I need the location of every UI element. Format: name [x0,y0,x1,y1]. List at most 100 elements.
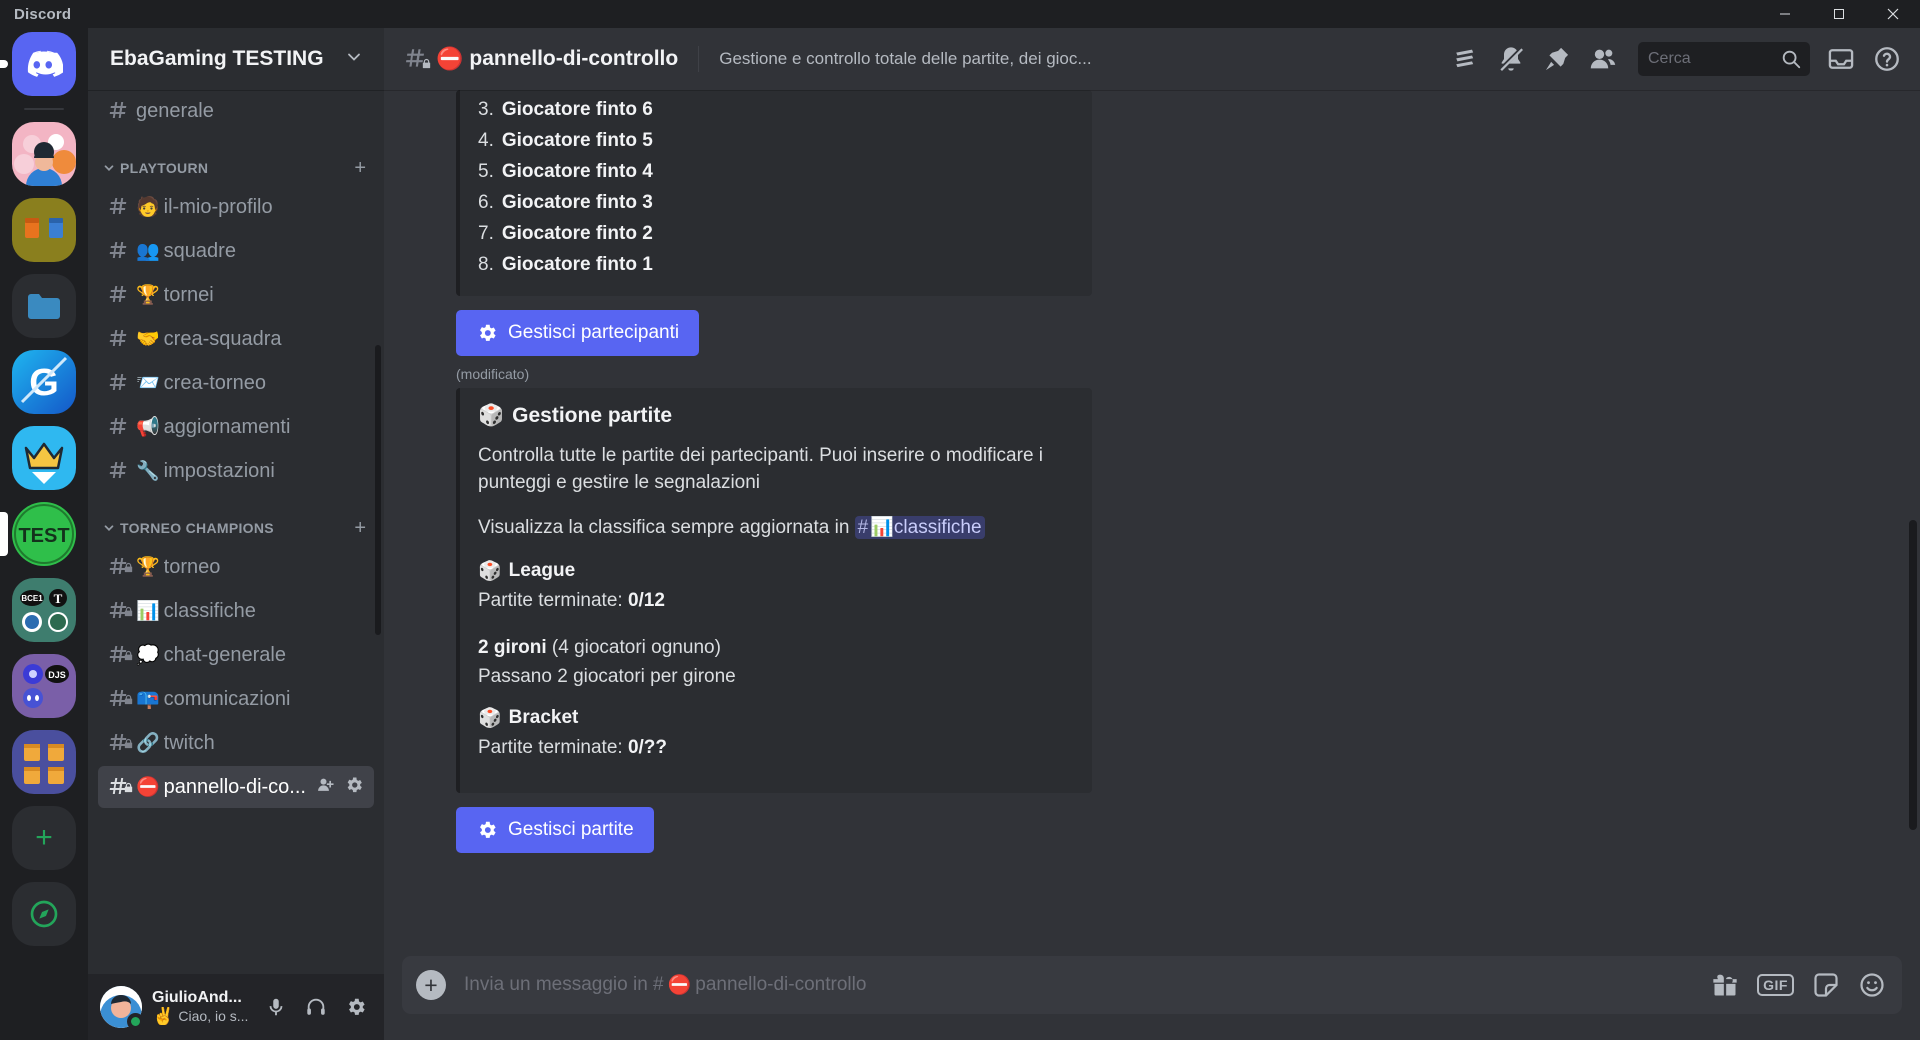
explore-servers-button[interactable] [12,882,76,946]
sidebar-scrollbar[interactable] [375,345,381,635]
message-list[interactable]: 3. Giocatore finto 6 4. Giocatore finto 5 5.… [384,90,1920,950]
channel-label: tornei [163,283,214,306]
threads-button[interactable] [1444,38,1486,80]
dice-icon: 🎲 [478,708,502,729]
window-maximize-button[interactable] [1812,0,1866,28]
server-rail-item-olive[interactable] [12,198,76,262]
lock-badge-icon [123,554,134,573]
channel-emoji-icon: 🔧 [136,460,160,482]
match-section-detail: 2 gironi (4 giocatori ognuno) [478,634,1076,661]
sidebar-channel-crea-torneo[interactable]: 📨 crea-torneo [98,362,374,404]
server-rail-item-djs[interactable]: DJS [12,654,76,718]
channel-topic-label[interactable]: Gestione e controllo totale delle partit… [719,49,1434,69]
search-box[interactable] [1638,42,1810,76]
message-composer[interactable]: + Invia un messaggio in # ⛔ pannello-di-co… [402,956,1902,1014]
search-input[interactable] [1648,50,1780,68]
server-rail-item-g[interactable]: G [12,350,76,414]
participant-item: 7. Giocatore finto 2 [478,218,1076,249]
avatar[interactable] [100,986,144,1030]
sidebar-channel-tornei[interactable]: 🏆 tornei [98,274,374,316]
sidebar-channel-generale[interactable]: generale [98,90,374,132]
lock-badge-icon [123,598,134,617]
user-name-label: GiulioAnd... [152,989,242,1006]
manage-matches-row: Gestisci partite [456,807,1902,853]
participant-index: 5. [478,161,494,182]
sidebar-channel-aggiornamenti[interactable]: 📢 aggiornamenti [98,406,374,448]
user-panel: GiulioAnd... ✌️ Ciao, io s... [88,974,384,1040]
sidebar-channel-il-mio-profilo[interactable]: 🧑 il-mio-profilo [98,186,374,228]
hash-lock-icon [106,687,136,711]
compass-icon [12,882,76,946]
server-rail-item-crown[interactable] [12,426,76,490]
inbox-button[interactable] [1820,38,1862,80]
user-meta[interactable]: GiulioAnd... ✌️ Ciao, io s... [152,989,258,1025]
manage-participants-button[interactable]: Gestisci partecipanti [456,310,700,356]
channel-list[interactable]: generale PLAYTOURN + 🧑 il-mio-profilo 👥 squadr… [88,90,384,974]
app-shell: G TEST BCE1 T DJS + EbaGaming TESTING ge… [0,28,1920,1040]
server-rail-item-bce1[interactable]: BCE1 T [12,578,76,642]
edit-channel-gear-icon[interactable] [344,775,364,800]
channel-category-torneo-champions[interactable]: TORNEO CHAMPIONS + [98,510,374,546]
match-section-label: Bracket [508,707,579,728]
gift-button[interactable] [1711,971,1739,999]
message-scrollbar[interactable] [1909,520,1917,830]
channel-category-playtourn[interactable]: PLAYTOURN + [98,150,374,186]
server-rail-item-friends[interactable] [12,122,76,186]
participant-name: Giocatore finto 4 [501,161,653,182]
match-section-label: League [508,560,576,581]
user-panel-buttons [258,989,374,1025]
sidebar-channel-impostazioni[interactable]: 🔧 impostazioni [98,450,374,492]
hash-icon [106,459,136,483]
deafen-button[interactable] [298,989,334,1025]
composer-placeholder[interactable]: Invia un messaggio in # ⛔ pannello-di-cont… [464,973,1711,997]
server-rail: G TEST BCE1 T DJS + [0,28,88,1040]
server-rail-item-home[interactable] [0,32,76,96]
notification-settings-button[interactable] [1490,38,1532,80]
server-rail-item-gift[interactable] [12,730,76,794]
mute-microphone-button[interactable] [258,989,294,1025]
pinned-messages-button[interactable] [1536,38,1578,80]
user-settings-button[interactable] [338,989,374,1025]
composer-placeholder-prefix: Invia un messaggio in # [464,974,664,995]
server-avatar-bce1: BCE1 T [12,578,76,642]
server-rail-item-folder[interactable] [12,274,76,338]
matches-embed-title: 🎲 Gestione partite [478,388,1076,428]
create-invite-icon[interactable] [316,775,336,800]
sidebar-channel-classifiche[interactable]: 📊 classifiche [98,590,374,632]
guild-header[interactable]: EbaGaming TESTING [88,28,384,90]
channel-emoji-icon: ⛔ [136,776,160,798]
add-server-button[interactable]: + [12,806,76,870]
lock-badge-icon [123,730,134,749]
matches-embed-title-label: Gestione partite [512,404,673,427]
member-list-button[interactable] [1582,38,1624,80]
participant-item: 5. Giocatore finto 4 [478,156,1076,187]
channel-label: classifiche [163,599,256,622]
create-channel-button[interactable]: + [354,518,366,538]
help-button[interactable] [1866,38,1908,80]
participant-item: 3. Giocatore finto 6 [478,94,1076,125]
window-close-button[interactable] [1866,0,1920,28]
attach-file-button[interactable]: + [416,970,446,1000]
channel-mention-classifiche[interactable]: # 📊classifiche [854,516,985,539]
create-channel-button[interactable]: + [354,158,366,178]
sidebar-channel-pannello-di-co[interactable]: ⛔ pannello-di-co... [98,766,374,808]
channel-row-actions [316,775,364,800]
channel-label: crea-torneo [163,371,266,394]
sidebar-channel-squadre[interactable]: 👥 squadre [98,230,374,272]
participants-embed: 3. Giocatore finto 6 4. Giocatore finto 5 5.… [456,90,1092,296]
matches-embed: 🎲 Gestione partite Controlla tutte le pa… [456,388,1092,793]
emoji-button[interactable] [1858,971,1886,999]
manage-matches-button[interactable]: Gestisci partite [456,807,654,853]
sidebar-channel-crea-squadra[interactable]: 🤝 crea-squadra [98,318,374,360]
classifiche-hint-prefix: Visualizza la classifica sempre aggiorna… [478,517,850,538]
line-text: Partite terminate: [478,590,628,611]
sidebar-channel-comunicazioni[interactable]: 📪 comunicazioni [98,678,374,720]
sidebar-channel-twitch[interactable]: 🔗 twitch [98,722,374,764]
server-rail-item-test[interactable]: TEST [0,502,76,566]
sidebar-channel-torneo[interactable]: 🏆 torneo [98,546,374,588]
channel-name-label: pannello-di-controllo [469,47,679,70]
window-minimize-button[interactable] [1758,0,1812,28]
sidebar-channel-chat-generale[interactable]: 💭 chat-generale [98,634,374,676]
sticker-button[interactable] [1812,971,1840,999]
gif-button[interactable]: GIF [1757,974,1794,996]
